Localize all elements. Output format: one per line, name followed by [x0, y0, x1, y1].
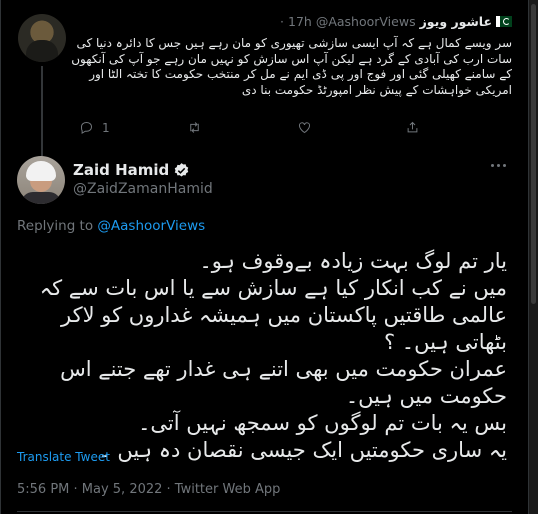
parent-tweet-header: · 17h @AashoorViews عاشور ویوز [280, 14, 512, 29]
parent-tweet[interactable]: · 17h @AashoorViews عاشور ویوز سر ویسے ک… [1, 0, 528, 156]
tweet-text: یار تم لوگ بہت زیادہ بےوقوف ہو۔ میں نے ک… [17, 248, 507, 464]
parent-tweet-text: سر ویسے کمال ہے کہ آپ ایسی سازشی تھیوری … [71, 36, 512, 97]
tweet-time[interactable]: · 17h [280, 14, 312, 29]
replying-to: Replying to @AashoorViews [17, 218, 205, 234]
avatar[interactable] [17, 156, 65, 204]
divider [17, 511, 512, 512]
tweet-line: میں نے کب انکار کیا ہے سازش سے یا اس بات… [39, 276, 507, 354]
like-button[interactable] [297, 120, 320, 135]
tweet-timestamp[interactable]: 5:56 PM · May 5, 2022 · Twitter Web App [17, 482, 280, 497]
avatar[interactable] [18, 14, 66, 62]
translate-tweet-link[interactable]: Translate Tweet [17, 450, 110, 464]
verified-badge-icon [175, 162, 189, 177]
retweet-icon [190, 122, 199, 133]
tweet-line: یار تم لوگ بہت زیادہ بےوقوف ہو۔ [199, 249, 507, 273]
scrollbar[interactable] [529, 0, 538, 514]
like-icon [299, 122, 310, 134]
thread-connector-line [41, 66, 43, 156]
author-name-row: Zaid Hamid [73, 161, 190, 179]
retweet-button[interactable] [187, 120, 210, 135]
display-name[interactable]: عاشور ویوز [420, 14, 492, 29]
tweet-line: عمران حکومت میں بھی اتنے ہی غدار تھے جتن… [60, 357, 507, 408]
pakistan-flag-icon [496, 16, 512, 27]
tweet-line: بس یہ بات تم لوگوں کو سمجھ نہیں آتی۔ [138, 411, 507, 435]
replying-to-label: Replying to [17, 218, 98, 234]
reply-button[interactable]: 1 [79, 120, 110, 135]
tweet-thread: · 17h @AashoorViews عاشور ویوز سر ویسے ک… [0, 0, 529, 514]
tweet-actions: 1 [79, 120, 499, 138]
scrollbar-thumb[interactable] [531, 4, 536, 304]
reply-icon [80, 121, 93, 135]
share-button[interactable] [405, 120, 420, 135]
user-handle[interactable]: @AashoorViews [316, 14, 416, 29]
user-handle[interactable]: @ZaidZamanHamid [73, 181, 213, 197]
reply-count: 1 [102, 120, 110, 135]
replying-to-link[interactable]: @AashoorViews [97, 218, 205, 234]
more-options-button[interactable] [489, 160, 509, 172]
display-name[interactable]: Zaid Hamid [73, 161, 169, 179]
share-icon [407, 121, 418, 133]
